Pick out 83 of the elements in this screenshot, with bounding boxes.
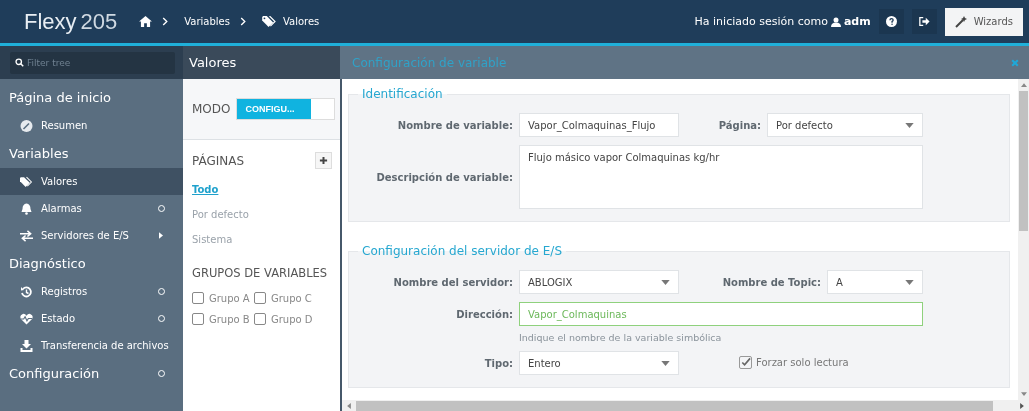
logout-icon <box>918 16 930 27</box>
checkbox-label: Grupo A <box>209 292 250 304</box>
caret-down-icon <box>661 279 670 285</box>
help-button[interactable] <box>878 9 904 34</box>
group-checkbox[interactable] <box>192 313 204 325</box>
user-name: adm <box>843 15 871 28</box>
tree-section[interactable]: Configuración <box>9 366 158 381</box>
field-label: Nombre de Topic: <box>722 276 821 288</box>
field-label: Tipo: <box>483 357 513 369</box>
chevron-icon <box>240 17 246 26</box>
add-page-button[interactable] <box>315 152 332 169</box>
user-icon <box>830 16 841 27</box>
tree-section[interactable]: Página de inicio <box>9 90 173 105</box>
panel-title: Configuración de variable <box>352 55 508 70</box>
section-heading: GRUPOS DE VARIABLES <box>192 266 329 280</box>
exchange-icon <box>20 229 33 242</box>
scroll-left-icon[interactable] <box>347 402 351 409</box>
logout-button[interactable] <box>911 9 937 34</box>
help-icon <box>885 16 897 27</box>
plus-icon <box>319 156 328 165</box>
tree-item[interactable]: Alarmas <box>0 195 183 222</box>
field-label: Descripción de variable: <box>375 171 513 183</box>
field-label: Nombre del servidor: <box>392 276 513 288</box>
checkbox-label: Forzar solo lectura <box>756 357 849 368</box>
scroll-up-icon[interactable] <box>1020 83 1027 87</box>
page-link[interactable]: Por defecto <box>192 202 249 227</box>
mode-label: MODO <box>192 102 231 116</box>
home-icon[interactable] <box>139 16 153 27</box>
tag-icon <box>262 16 277 27</box>
select-field[interactable]: ABLOGIX <box>519 270 679 294</box>
page-link[interactable]: Sistema <box>192 227 233 252</box>
tree-item[interactable]: Servidores de E/S <box>0 222 183 249</box>
input-field[interactable]: Vapor_Colmaquinas_Flujo <box>519 113 679 137</box>
breadcrumb-link[interactable]: Valores <box>283 16 320 27</box>
select-field[interactable]: Por defecto <box>767 113 923 137</box>
close-icon[interactable] <box>1011 58 1019 67</box>
tree-section[interactable]: Diagnóstico <box>9 256 173 271</box>
group-checkbox[interactable] <box>192 292 204 304</box>
caret-down-icon <box>905 122 914 128</box>
group-checkbox[interactable] <box>254 292 266 304</box>
field-label: Nombre de variable: <box>396 119 513 131</box>
session-text: Ha iniciado sesión como <box>694 15 828 28</box>
breadcrumb-link[interactable]: Variables <box>184 16 230 27</box>
wizards-button[interactable]: Wizards <box>944 7 1023 36</box>
textarea-field[interactable]: Flujo másico vapor Colmaquinas kg/hr <box>519 145 923 209</box>
tree-section[interactable]: Variables <box>9 146 173 161</box>
select-field[interactable]: Entero <box>519 351 679 375</box>
help-text: Indique el nombre de la variable simbólica <box>519 332 723 343</box>
caret-down-icon <box>905 279 914 285</box>
tree-item[interactable]: Valores <box>0 168 183 195</box>
checkbox-label: Grupo B <box>209 313 250 325</box>
tag-icon <box>20 175 33 188</box>
tree-item[interactable]: Estado <box>0 305 183 332</box>
tree-item[interactable]: Registros <box>0 278 183 305</box>
checkbox-label: Grupo D <box>271 313 313 325</box>
field-label: Página: <box>718 119 761 131</box>
scroll-right-icon[interactable] <box>1020 402 1024 409</box>
tree-item[interactable]: Transferencia de archivos <box>0 332 183 359</box>
gauge-icon <box>20 119 33 132</box>
checkbox-label: Grupo C <box>271 292 312 304</box>
filter-field[interactable]: Filter tree <box>10 51 175 74</box>
scrollbar-thumb[interactable] <box>356 400 993 411</box>
search-icon <box>15 57 24 67</box>
scroll-down-icon[interactable] <box>1020 392 1027 396</box>
caret-down-icon <box>661 360 670 366</box>
checkbox[interactable] <box>739 356 752 369</box>
history-icon <box>20 285 33 298</box>
brand-logo[interactable]: Flexy 205 <box>24 8 118 35</box>
section-heading: PÁGINAS <box>192 153 245 168</box>
select-field[interactable]: A <box>827 270 923 294</box>
group-checkbox[interactable] <box>254 313 266 325</box>
download-icon <box>20 339 33 352</box>
tree-item[interactable]: Resumen <box>0 112 183 139</box>
field-label: Dirección: <box>455 308 513 320</box>
section-legend: Identificación <box>358 87 447 101</box>
page-link[interactable]: Todo <box>192 177 219 202</box>
scrollbar-thumb[interactable] <box>1019 91 1028 231</box>
panel-title: Valores <box>183 46 340 79</box>
wand-icon <box>954 15 967 28</box>
section-legend: Configuración del servidor de E/S <box>358 244 566 258</box>
chevron-icon <box>162 17 169 26</box>
heartbeat-icon <box>20 312 33 325</box>
bell-icon <box>20 202 33 215</box>
